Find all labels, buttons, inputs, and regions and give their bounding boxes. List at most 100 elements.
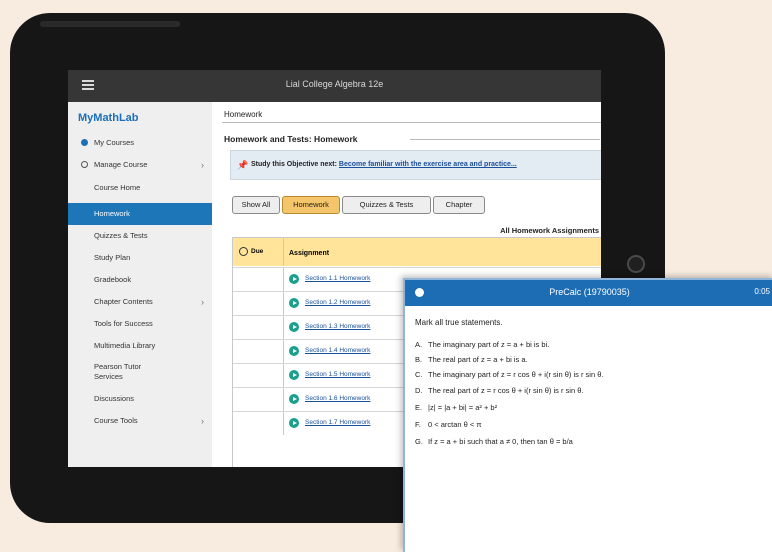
sidebar-item-label: Study Plan (94, 253, 131, 262)
option-letter: A. (415, 340, 423, 349)
assignment-link[interactable]: Section 1.4 Homework (305, 347, 370, 354)
sidebar-item-pearson-tutor[interactable]: Pearson Tutor Services (68, 360, 212, 384)
divider (410, 139, 600, 140)
sidebar-item-study-plan[interactable]: Study Plan (68, 247, 212, 269)
sidebar-item-label: Pearson Tutor Services (94, 362, 142, 381)
chapter-filter-button[interactable]: Chapter (433, 196, 485, 214)
sidebar-item-manage-course[interactable]: Manage Course › (68, 154, 212, 176)
option-letter: C. (415, 370, 423, 379)
option-letter: F. (415, 420, 421, 429)
sidebar-item-discussions[interactable]: Discussions (68, 388, 212, 410)
sidebar-item-multimedia-library[interactable]: Multimedia Library (68, 335, 212, 357)
option-text: The imaginary part of z = a + bi is bi. (428, 340, 550, 349)
answer-option[interactable]: B. The real part of z = a + bi is a. (415, 355, 528, 364)
sidebar-item-course-tools[interactable]: Course Tools › (68, 410, 212, 432)
answer-option[interactable]: F. 0 < arctan θ < π (415, 420, 482, 429)
mymathlab-logo: MyMathLab (78, 112, 139, 124)
page-title: Homework and Tests: Homework (224, 134, 358, 144)
sidebar-item-homework[interactable]: Homework (68, 203, 212, 225)
play-icon[interactable] (289, 346, 299, 356)
question-window-title: PreCalc (19790035) (549, 287, 630, 297)
home-button (627, 255, 645, 273)
top-bar: Lial College Algebra 12e (68, 70, 601, 102)
question-prompt: Mark all true statements. (415, 318, 503, 327)
objective-prefix: Study this Objective next: (251, 161, 337, 168)
play-icon[interactable] (289, 274, 299, 284)
play-icon[interactable] (289, 370, 299, 380)
due-cell (233, 364, 284, 387)
play-icon[interactable] (289, 418, 299, 428)
question-window: PreCalc (19790035) 0:05 Mark all true st… (403, 278, 772, 552)
tablet-bezel-highlight (40, 21, 180, 27)
option-text: The imaginary part of z = r cos θ + i(r … (428, 370, 604, 379)
play-icon[interactable] (289, 394, 299, 404)
answer-option[interactable]: C. The imaginary part of z = r cos θ + i(… (415, 370, 603, 379)
divider (222, 122, 601, 123)
option-letter: G. (415, 437, 423, 446)
answer-option[interactable]: D. The real part of z = r cos θ + i(r sin… (415, 386, 583, 395)
assignment-link[interactable]: Section 1.5 Homework (305, 371, 370, 378)
table-caption: All Homework Assignments (500, 226, 599, 235)
objective-text: Study this Objective next: Become famili… (251, 161, 517, 168)
pin-icon: 📌 (237, 160, 249, 170)
assignment-link[interactable]: Section 1.1 Homework (305, 275, 370, 282)
option-letter: E. (415, 403, 423, 412)
breadcrumb: Homework (224, 110, 263, 119)
sidebar-item-label: Homework (94, 209, 130, 218)
course-title: Lial College Algebra 12e (285, 79, 384, 89)
answer-option[interactable]: A. The imaginary part of z = a + bi is bi… (415, 340, 549, 349)
sidebar-item-chapter-contents[interactable]: Chapter Contents › (68, 291, 212, 313)
due-cell (233, 292, 284, 315)
sidebar-item-gradebook[interactable]: Gradebook (68, 269, 212, 291)
chevron-right-icon: › (201, 297, 204, 307)
sidebar-item-label: Course Tools (94, 416, 138, 425)
sidebar-item-label: Tools for Success (94, 319, 153, 328)
table-header: Due Assignment (233, 238, 601, 266)
due-column-header[interactable]: Due (233, 238, 284, 266)
option-letter: B. (415, 355, 423, 364)
assignment-link[interactable]: Section 1.7 Homework (305, 419, 370, 426)
sidebar-item-quizzes-tests[interactable]: Quizzes & Tests (68, 225, 212, 247)
sidebar-item-label: My Courses (94, 138, 135, 147)
assignment-link[interactable]: Section 1.2 Homework (305, 299, 370, 306)
sidebar-item-label: Course Home (94, 183, 141, 192)
sidebar-item-tools-for-success[interactable]: Tools for Success (68, 313, 212, 335)
option-text: If z = a + bi such that a ≠ 0, then tan … (428, 437, 573, 446)
option-letter: D. (415, 386, 423, 395)
play-icon[interactable] (289, 298, 299, 308)
assignment-link[interactable]: Section 1.6 Homework (305, 395, 370, 402)
show-all-button[interactable]: Show All (232, 196, 280, 214)
question-window-header: PreCalc (19790035) 0:05 (405, 280, 772, 306)
homework-filter-button[interactable]: Homework (282, 196, 340, 214)
sidebar-item-course-home[interactable]: Course Home (68, 177, 212, 199)
due-label: Due (251, 248, 264, 255)
option-text: The real part of z = a + bi is a. (428, 355, 528, 364)
assignment-link[interactable]: Section 1.3 Homework (305, 323, 370, 330)
bullet-icon (81, 139, 88, 146)
sidebar-item-label: Quizzes & Tests (94, 231, 148, 240)
due-cell (233, 388, 284, 411)
due-cell (233, 268, 284, 291)
answer-option[interactable]: E. |z| = |a + bi| = a² + b² (415, 403, 497, 412)
gear-icon (81, 161, 88, 168)
quizzes-tests-filter-button[interactable]: Quizzes & Tests (342, 196, 431, 214)
chevron-right-icon: › (201, 160, 204, 170)
chevron-right-icon: › (201, 416, 204, 426)
due-cell (233, 412, 284, 435)
assignment-column-header[interactable]: Assignment (289, 250, 329, 257)
sidebar-item-label: Gradebook (94, 275, 132, 284)
option-text: The real part of z = r cos θ + i(r sin θ… (428, 386, 584, 395)
option-text: |z| = |a + bi| = a² + b² (428, 403, 498, 412)
clock-icon (239, 246, 248, 256)
sidebar-item-label: Chapter Contents (94, 297, 153, 306)
objective-banner: 📌 Study this Objective next: Become fami… (230, 150, 601, 180)
play-icon[interactable] (289, 322, 299, 332)
sidebar-item-my-courses[interactable]: My Courses (68, 132, 212, 154)
answer-option[interactable]: G. If z = a + bi such that a ≠ 0, then ta… (415, 437, 573, 446)
option-text: 0 < arctan θ < π (428, 420, 482, 429)
objective-link[interactable]: Become familiar with the exercise area a… (339, 161, 517, 168)
due-cell (233, 316, 284, 339)
timer: 0:05 (754, 287, 770, 296)
sidebar-item-label: Multimedia Library (94, 341, 156, 350)
sidebar: MyMathLab My Courses Manage Course › Cou… (68, 102, 212, 467)
